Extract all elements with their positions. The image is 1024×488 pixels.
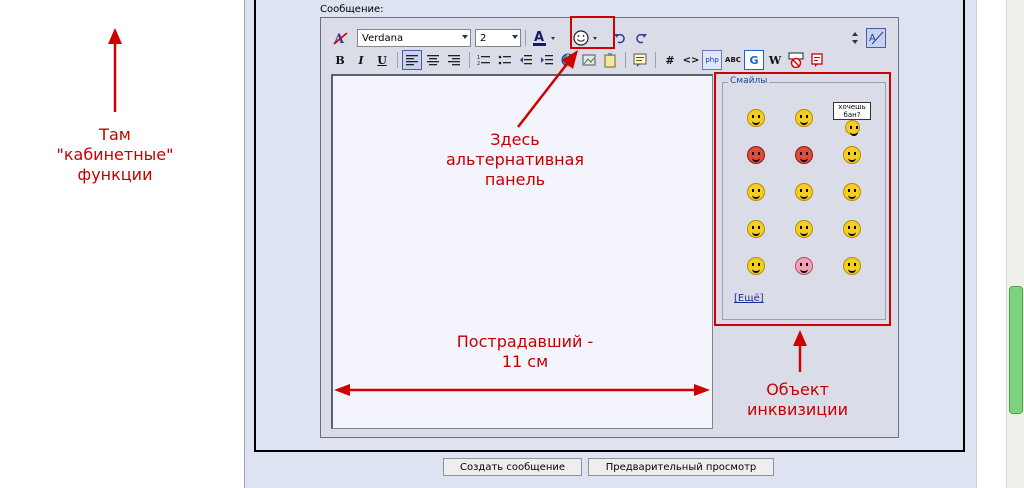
- annotation-arrows: [108, 28, 807, 396]
- arrowhead: [108, 28, 122, 44]
- arrowhead: [334, 384, 350, 396]
- arrowhead: [793, 330, 807, 346]
- arrow-to-smiley-button: [517, 59, 571, 128]
- arrowhead: [694, 384, 710, 396]
